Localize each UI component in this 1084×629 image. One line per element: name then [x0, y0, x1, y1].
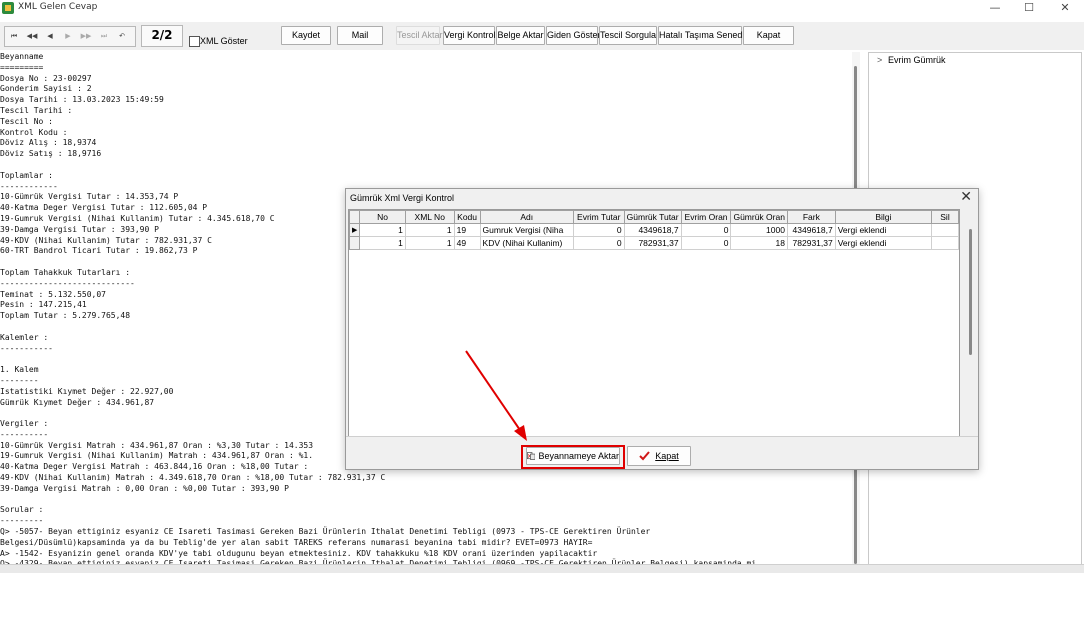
text-line: 49-KDV (Nihai Kullanim) Matrah : 4.349.6…: [0, 473, 386, 483]
last-record-button[interactable]: ⏭: [95, 27, 113, 46]
cell-adi[interactable]: KDV (Nihai Kullanim): [479, 236, 574, 250]
text-line: [0, 160, 852, 171]
row-selector[interactable]: [349, 236, 361, 250]
grid-header-kodu[interactable]: Kodu: [453, 210, 481, 224]
text-line: Beyanname: [0, 52, 44, 61]
cell-kodu[interactable]: 19: [453, 223, 481, 237]
text-line: Toplamlar :: [0, 170, 53, 180]
grid-header-evrim-tutar[interactable]: Evrim Tutar: [572, 210, 625, 224]
dialog-kapat-label: Kapat: [655, 451, 679, 461]
tescil-aktar-button[interactable]: Tescil Aktar: [396, 26, 443, 45]
bottom-status-strip: [0, 564, 1084, 573]
dialog-divider: [346, 436, 978, 437]
text-line: 39-Damga Vergisi Matrah : 0,00 Oran : %0…: [0, 483, 289, 493]
close-button[interactable]: ✕: [1048, 0, 1082, 16]
app-icon: [2, 2, 14, 14]
tree-expander-icon[interactable]: >: [877, 55, 882, 65]
refresh-icon[interactable]: ↶: [113, 27, 131, 46]
next-page-button[interactable]: ▶▶: [77, 27, 95, 46]
cell-no[interactable]: 1: [359, 236, 406, 250]
maximize-button[interactable]: ☐: [1012, 0, 1046, 16]
text-line: ---------: [0, 516, 44, 526]
text-line: Döviz Satış : 18,9716: [0, 149, 102, 159]
dialog-close-icon[interactable]: ✕: [960, 189, 972, 205]
vergi-kontrol-dialog: Gümrük Xml Vergi Kontrol ✕ No XML No Kod…: [345, 188, 979, 470]
text-line: Tescil No :: [0, 116, 53, 126]
cell-bilgi[interactable]: Vergi eklendi: [834, 223, 933, 237]
row-selector-icon[interactable]: ▶: [349, 223, 361, 237]
cell-gumruk-oran[interactable]: 18: [730, 236, 788, 250]
vergi-kontrol-button[interactable]: Vergi Kontrol: [443, 26, 496, 45]
giden-goster-button[interactable]: Giden Göster: [546, 26, 601, 45]
cell-gumruk-tutar[interactable]: 4349618,7: [623, 223, 682, 237]
tescil-sorgula-button[interactable]: Tescil Sorgula: [599, 26, 657, 45]
page-indicator: 2/2: [141, 25, 183, 47]
text-line: Belgesi/Düsümlü)kapsaminda ya da bu Tebl…: [0, 537, 593, 547]
xml-goster-checkbox[interactable]: [189, 36, 200, 47]
grid-header-adi[interactable]: Adı: [479, 210, 574, 224]
belge-aktar-button[interactable]: Belge Aktar: [496, 26, 545, 45]
text-line: Tescil Tarihi :: [0, 105, 73, 115]
grid-header-fark[interactable]: Fark: [786, 210, 836, 224]
text-line: Kontrol Kodu :: [0, 127, 68, 137]
grid-header-bilgi[interactable]: Bilgi: [834, 210, 933, 224]
title-bar: XML Gelen Cevap — ☐ ✕: [0, 0, 1084, 16]
cell-bilgi[interactable]: Vergi eklendi: [834, 236, 933, 250]
text-line: Q> -5057- Beyan ettiginiz esyaniz CE Isa…: [0, 527, 651, 537]
cell-evrim-oran[interactable]: 0: [680, 223, 732, 237]
minimize-button[interactable]: —: [978, 0, 1012, 16]
hatali-tasima-senedi-button[interactable]: Hatalı Taşıma Senedi: [658, 26, 744, 45]
grid-header-gumruk-tutar[interactable]: Gümrük Tutar: [623, 210, 682, 224]
table-row[interactable]: 1 1 49 KDV (Nihai Kullanim) 0 782931,37 …: [349, 236, 959, 250]
grid-header-evrim-oran[interactable]: Evrim Oran: [680, 210, 732, 224]
grid-header-gumruk-oran[interactable]: Gümrük Oran: [730, 210, 788, 224]
cell-xml-no[interactable]: 1: [404, 223, 455, 237]
text-line: Dosya Tarihi : 13.03.2023 15:49:59: [0, 95, 164, 105]
text-line: Gonderim Sayisi : 2: [0, 84, 92, 94]
cell-evrim-tutar[interactable]: 0: [572, 236, 625, 250]
record-navigator: ⏮ ◀◀ ◀ ▶ ▶▶ ⏭ ↶: [4, 26, 136, 47]
cell-sil[interactable]: [931, 236, 959, 250]
cell-evrim-oran[interactable]: 0: [680, 236, 732, 250]
cell-sil[interactable]: [931, 223, 959, 237]
grid-scrollbar-thumb[interactable]: [969, 229, 972, 355]
text-line: [0, 495, 852, 506]
table-row[interactable]: ▶ 1 1 19 Gumruk Vergisi (Niha 0 4349618,…: [349, 223, 959, 237]
cell-evrim-tutar[interactable]: 0: [572, 223, 625, 237]
checkmark-icon: [639, 451, 650, 461]
prev-page-button[interactable]: ◀◀: [23, 27, 41, 46]
first-record-button[interactable]: ⏮: [5, 27, 23, 46]
text-line: Döviz Alış : 18,9374: [0, 138, 97, 148]
next-record-button[interactable]: ▶: [59, 27, 77, 46]
cell-adi[interactable]: Gumruk Vergisi (Niha: [479, 223, 574, 237]
mail-button[interactable]: Mail: [337, 26, 383, 45]
cell-fark[interactable]: 782931,37: [786, 236, 836, 250]
grid-header-marker: [349, 210, 361, 224]
prev-record-button[interactable]: ◀: [41, 27, 59, 46]
cell-gumruk-tutar[interactable]: 782931,37: [623, 236, 682, 250]
text-line: A> -1542- Esyanizin genel oranda KDV'ye …: [0, 548, 598, 558]
text-line: Dosya No : 23-00297: [0, 73, 92, 83]
tree-item-evrim-gumruk[interactable]: Evrim Gümrük: [888, 55, 946, 65]
kapat-button[interactable]: Kapat: [743, 26, 794, 45]
cell-kodu[interactable]: 49: [453, 236, 481, 250]
text-line: =========: [0, 62, 44, 72]
grid-header-no[interactable]: No: [359, 210, 406, 224]
kaydet-button[interactable]: Kaydet: [281, 26, 331, 45]
cell-no[interactable]: 1: [359, 223, 406, 237]
xml-goster-label: XML Göster: [200, 36, 248, 46]
dialog-title: Gümrük Xml Vergi Kontrol: [350, 193, 455, 203]
dialog-kapat-button[interactable]: Kapat: [627, 446, 691, 466]
grid-header-row: No XML No Kodu Adı Evrim Tutar Gümrük Tu…: [349, 210, 959, 224]
cell-xml-no[interactable]: 1: [404, 236, 455, 250]
vergi-grid[interactable]: No XML No Kodu Adı Evrim Tutar Gümrük Tu…: [348, 209, 960, 437]
highlight-box: [521, 445, 625, 469]
window-title: XML Gelen Cevap: [18, 2, 98, 12]
grid-header-xml-no[interactable]: XML No: [404, 210, 455, 224]
cell-fark[interactable]: 4349618,7: [786, 223, 836, 237]
text-line: Sorular :: [0, 505, 44, 515]
cell-gumruk-oran[interactable]: 1000: [730, 223, 788, 237]
grid-header-sil[interactable]: Sil: [931, 210, 959, 224]
